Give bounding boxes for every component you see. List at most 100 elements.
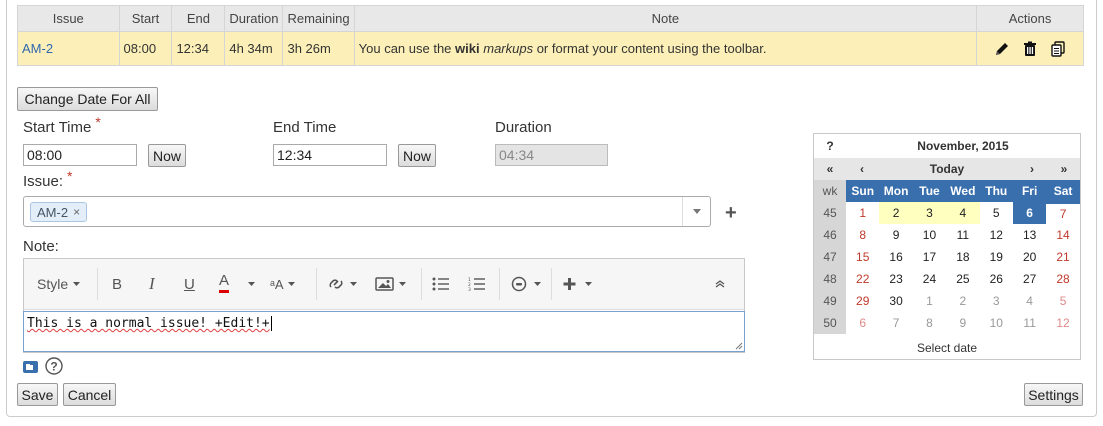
svg-text:3: 3 bbox=[468, 287, 471, 291]
calendar-day[interactable]: 6 bbox=[846, 312, 879, 334]
edit-pencil-icon[interactable] bbox=[994, 41, 1010, 57]
font-size-button[interactable]: ᵃA bbox=[270, 271, 295, 297]
calendar-help-button[interactable]: ? bbox=[814, 135, 846, 157]
column-header-duration: Duration bbox=[224, 5, 284, 32]
calendar-day[interactable]: 24 bbox=[913, 268, 946, 290]
week-number: 47 bbox=[814, 246, 846, 268]
calendar-day[interactable]: 25 bbox=[946, 268, 979, 290]
link-icon[interactable] bbox=[327, 271, 357, 297]
copy-icon[interactable] bbox=[1050, 41, 1066, 57]
calendar-day[interactable]: 18 bbox=[946, 246, 979, 268]
calendar-day[interactable]: 8 bbox=[846, 224, 879, 246]
calendar-next-year[interactable]: » bbox=[1048, 158, 1080, 180]
calendar-day-selected[interactable]: 6 bbox=[1012, 202, 1047, 224]
calendar-day[interactable]: 15 bbox=[846, 246, 879, 268]
calendar-prev-month[interactable]: ‹ bbox=[846, 158, 878, 180]
calendar-day[interactable]: 22 bbox=[846, 268, 879, 290]
end-now-button[interactable]: Now bbox=[398, 144, 436, 167]
calendar-today-button[interactable]: Today bbox=[878, 158, 1016, 180]
change-date-for-all-button[interactable]: Change Date For All bbox=[17, 87, 158, 111]
calendar-day[interactable]: 29 bbox=[846, 290, 879, 312]
font-color-caret-icon[interactable] bbox=[248, 271, 255, 297]
style-dropdown-label: Style bbox=[37, 276, 69, 292]
calendar-day[interactable]: 12 bbox=[980, 224, 1013, 246]
calendar-day[interactable]: 16 bbox=[879, 246, 912, 268]
required-marker: * bbox=[95, 114, 101, 130]
calendar-day[interactable]: 4 bbox=[1013, 290, 1046, 312]
calendar-day[interactable]: 7 bbox=[879, 312, 912, 334]
calendar-next-month[interactable]: › bbox=[1016, 158, 1048, 180]
week-number: 49 bbox=[814, 290, 846, 312]
underline-button[interactable]: U bbox=[184, 271, 195, 297]
calendar-prev-year[interactable]: « bbox=[814, 158, 846, 180]
cell-note: You can use the wiki markups or format y… bbox=[353, 31, 978, 66]
issue-link[interactable]: AM-2 bbox=[17, 31, 120, 66]
emoji-icon[interactable] bbox=[511, 271, 543, 297]
calendar-day[interactable]: 5 bbox=[1046, 290, 1079, 312]
cancel-button[interactable]: Cancel bbox=[63, 383, 116, 406]
collapse-toolbar-icon[interactable] bbox=[715, 271, 725, 297]
calendar-day[interactable]: 21 bbox=[1046, 246, 1079, 268]
calendar-day[interactable]: 20 bbox=[1013, 246, 1046, 268]
bulleted-list-icon[interactable] bbox=[432, 271, 450, 297]
start-time-input[interactable] bbox=[23, 144, 137, 166]
note-text-bold: wiki bbox=[455, 41, 480, 56]
calendar-day[interactable]: 26 bbox=[980, 268, 1013, 290]
chevron-down-icon[interactable] bbox=[682, 197, 710, 226]
calendar-popup: ? November, 2015 « ‹ Today › » wk Sun Mo… bbox=[813, 133, 1081, 360]
settings-button[interactable]: Settings bbox=[1024, 383, 1083, 406]
calendar-day[interactable]: 4 bbox=[946, 202, 980, 224]
calendar-day[interactable]: 17 bbox=[913, 246, 946, 268]
cell-start: 08:00 bbox=[118, 31, 173, 66]
calendar-day[interactable]: 9 bbox=[879, 224, 912, 246]
calendar-day[interactable]: 3 bbox=[980, 290, 1013, 312]
calendar-day[interactable]: 1 bbox=[846, 202, 879, 224]
calendar-day[interactable]: 1 bbox=[913, 290, 946, 312]
save-button[interactable]: Save bbox=[17, 383, 58, 406]
text-cursor bbox=[270, 316, 272, 331]
delete-trash-icon[interactable] bbox=[1022, 41, 1038, 57]
calendar-day[interactable]: 12 bbox=[1046, 312, 1079, 334]
calendar-week-row: 49 29 30 1 2 3 4 5 bbox=[814, 290, 1080, 312]
calendar-day[interactable]: 11 bbox=[1013, 312, 1046, 334]
calendar-day[interactable]: 2 bbox=[946, 290, 979, 312]
calendar-day[interactable]: 10 bbox=[980, 312, 1013, 334]
style-dropdown[interactable]: Style bbox=[37, 271, 81, 297]
calendar-wk-header: wk bbox=[814, 180, 846, 202]
font-size-glyph: ᵃA bbox=[270, 276, 284, 292]
note-textarea[interactable]: This is a normal issue! +Edit!+ bbox=[23, 311, 745, 352]
calendar-day[interactable]: 7 bbox=[1046, 202, 1080, 224]
note-text-italic: markups bbox=[483, 41, 534, 56]
calendar-day[interactable]: 19 bbox=[980, 246, 1013, 268]
numbered-list-icon[interactable]: 123 bbox=[468, 271, 486, 297]
help-icon[interactable]: ? bbox=[45, 357, 63, 378]
font-color-button[interactable]: A bbox=[219, 271, 230, 293]
calendar-day[interactable]: 3 bbox=[912, 202, 947, 224]
start-now-button[interactable]: Now bbox=[148, 144, 186, 167]
wiki-format-icon[interactable] bbox=[23, 360, 38, 376]
calendar-day[interactable]: 28 bbox=[1046, 268, 1079, 290]
calendar-day[interactable]: 5 bbox=[980, 202, 1013, 224]
calendar-day[interactable]: 23 bbox=[879, 268, 912, 290]
column-header-actions: Actions bbox=[976, 5, 1084, 32]
calendar-day[interactable]: 30 bbox=[879, 290, 912, 312]
cell-duration: 4h 34m bbox=[224, 31, 284, 66]
calendar-day[interactable]: 8 bbox=[913, 312, 946, 334]
issue-chip-remove[interactable]: × bbox=[73, 205, 80, 219]
calendar-day[interactable]: 27 bbox=[1013, 268, 1046, 290]
calendar-day[interactable]: 2 bbox=[879, 202, 913, 224]
end-time-input[interactable] bbox=[273, 144, 387, 166]
issue-select[interactable]: AM-2 × bbox=[23, 196, 711, 227]
image-icon[interactable] bbox=[375, 271, 409, 297]
bold-button[interactable]: B bbox=[112, 271, 122, 297]
resize-handle-icon[interactable] bbox=[734, 341, 743, 350]
add-issue-button[interactable]: + bbox=[725, 202, 737, 225]
italic-button[interactable]: I bbox=[149, 271, 155, 297]
calendar-day[interactable]: 10 bbox=[913, 224, 946, 246]
editor-toolbar: Style B I U A ᵃA 123 bbox=[24, 259, 744, 310]
calendar-day[interactable]: 14 bbox=[1046, 224, 1079, 246]
calendar-day[interactable]: 9 bbox=[946, 312, 979, 334]
calendar-day[interactable]: 11 bbox=[946, 224, 979, 246]
insert-plus-icon[interactable] bbox=[562, 271, 594, 297]
calendar-day[interactable]: 13 bbox=[1013, 224, 1046, 246]
